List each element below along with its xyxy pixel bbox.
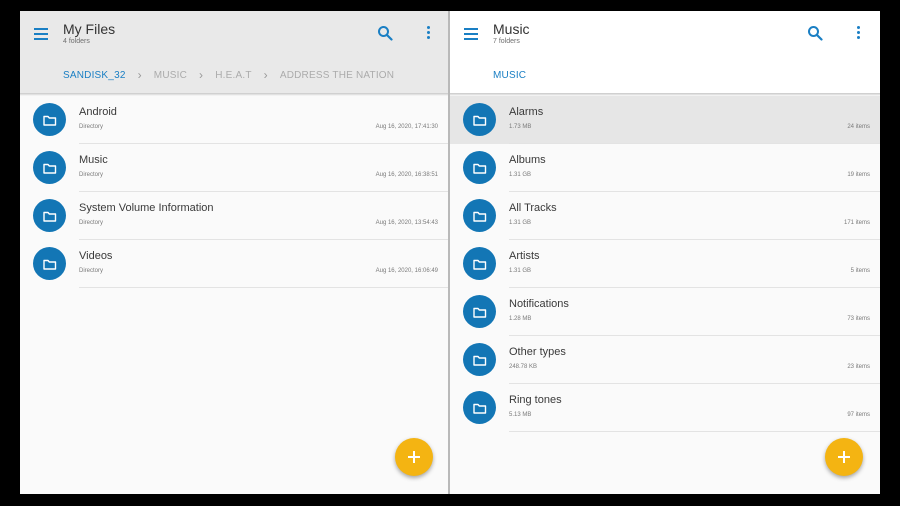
right-breadcrumb: MUSIC	[493, 68, 526, 82]
list-item[interactable]: Videos Directory Aug 16, 2020, 16:06:49	[20, 240, 448, 288]
right-subtitle: 7 folders	[493, 38, 520, 45]
item-name: Music	[79, 154, 108, 166]
folder-icon	[463, 391, 496, 424]
item-name: Android	[79, 106, 117, 118]
hamburger-menu-icon[interactable]	[464, 27, 480, 41]
folder-icon	[463, 247, 496, 280]
item-type: Directory	[79, 220, 104, 226]
left-breadcrumb: SANDISK_32 › MUSIC › H.E.A.T › ADDRESS T…	[63, 68, 394, 82]
item-count: 171 items	[843, 220, 870, 226]
left-pane: My Files 4 folders SANDISK_32 › MUSIC › …	[20, 11, 448, 494]
hamburger-menu-icon[interactable]	[34, 27, 50, 41]
chevron-right-icon: ›	[137, 68, 142, 82]
list-item[interactable]: System Volume Information Directory Aug …	[20, 192, 448, 240]
item-size: 1.28 MB	[509, 316, 532, 322]
folder-icon	[463, 295, 496, 328]
more-vert-icon[interactable]	[855, 26, 861, 42]
item-size: 1.73 MB	[509, 124, 532, 130]
item-size: 1.31 GB	[509, 220, 532, 226]
breadcrumb-item-address-the-nation[interactable]: ADDRESS THE NATION	[280, 70, 394, 81]
folder-icon	[463, 103, 496, 136]
item-count: 24 items	[847, 124, 870, 130]
chevron-right-icon: ›	[199, 68, 204, 82]
search-icon[interactable]	[377, 25, 393, 41]
item-date: Aug 16, 2020, 16:06:49	[375, 268, 438, 274]
left-file-list: Android Directory Aug 16, 2020, 17:41:30…	[20, 96, 448, 288]
item-type: Directory	[79, 124, 104, 130]
item-type: Directory	[79, 268, 104, 274]
item-size: 1.31 GB	[509, 172, 532, 178]
left-app-bar: My Files 4 folders SANDISK_32 › MUSIC › …	[20, 11, 448, 93]
add-button[interactable]	[825, 438, 863, 476]
item-name: All Tracks	[509, 202, 557, 214]
item-date: Aug 16, 2020, 16:38:51	[375, 172, 438, 178]
item-type: Directory	[79, 172, 104, 178]
item-size: 1.31 GB	[509, 268, 532, 274]
item-name: Videos	[79, 250, 113, 262]
add-button[interactable]	[395, 438, 433, 476]
folder-icon	[33, 103, 66, 136]
item-size: 5.13 MB	[509, 412, 532, 418]
chevron-right-icon: ›	[263, 68, 268, 82]
right-file-list: Alarms 1.73 MB 24 items Albums 1.31 GB 1…	[450, 96, 880, 432]
list-item[interactable]: Android Directory Aug 16, 2020, 17:41:30	[20, 96, 448, 144]
folder-icon	[33, 247, 66, 280]
breadcrumb-item-music[interactable]: MUSIC	[493, 70, 526, 81]
breadcrumb-item-heat[interactable]: H.E.A.T	[215, 70, 251, 81]
item-name: Notifications	[509, 298, 569, 310]
folder-icon	[463, 199, 496, 232]
right-app-bar: Music 7 folders MUSIC	[450, 11, 880, 93]
item-date: Aug 16, 2020, 13:54:43	[375, 220, 438, 226]
breadcrumb-item-music[interactable]: MUSIC	[154, 70, 187, 81]
add-icon	[838, 451, 850, 463]
search-icon[interactable]	[807, 25, 823, 41]
list-item[interactable]: Other types 248.78 KB 23 items	[450, 336, 880, 384]
left-subtitle: 4 folders	[63, 38, 90, 45]
list-item[interactable]: All Tracks 1.31 GB 171 items	[450, 192, 880, 240]
item-size: 248.78 KB	[509, 364, 538, 370]
list-item[interactable]: Ring tones 5.13 MB 97 items	[450, 384, 880, 432]
more-vert-icon[interactable]	[425, 26, 431, 42]
left-title: My Files	[63, 21, 116, 37]
item-name: Albums	[509, 154, 546, 166]
breadcrumb-item-sandisk[interactable]: SANDISK_32	[63, 70, 126, 81]
item-date: Aug 16, 2020, 17:41:30	[375, 124, 438, 130]
item-count: 19 items	[847, 172, 870, 178]
right-title: Music	[493, 21, 530, 37]
item-name: Ring tones	[509, 394, 562, 406]
item-name: System Volume Information	[79, 202, 214, 214]
list-item[interactable]: Albums 1.31 GB 19 items	[450, 144, 880, 192]
list-item[interactable]: Alarms 1.73 MB 24 items	[450, 96, 880, 144]
folder-icon	[463, 343, 496, 376]
item-name: Alarms	[509, 106, 544, 118]
folder-icon	[33, 151, 66, 184]
item-name: Artists	[509, 250, 540, 262]
list-item[interactable]: Artists 1.31 GB 5 items	[450, 240, 880, 288]
folder-icon	[463, 151, 496, 184]
item-count: 23 items	[847, 364, 870, 370]
list-item[interactable]: Music Directory Aug 16, 2020, 16:38:51	[20, 144, 448, 192]
item-count: 73 items	[847, 316, 870, 322]
add-icon	[408, 451, 420, 463]
item-count: 5 items	[850, 268, 870, 274]
folder-icon	[33, 199, 66, 232]
list-item[interactable]: Notifications 1.28 MB 73 items	[450, 288, 880, 336]
item-name: Other types	[509, 346, 566, 358]
right-pane: Music 7 folders MUSIC Alarms 1.73 MB 24 …	[450, 11, 880, 494]
item-count: 97 items	[847, 412, 870, 418]
